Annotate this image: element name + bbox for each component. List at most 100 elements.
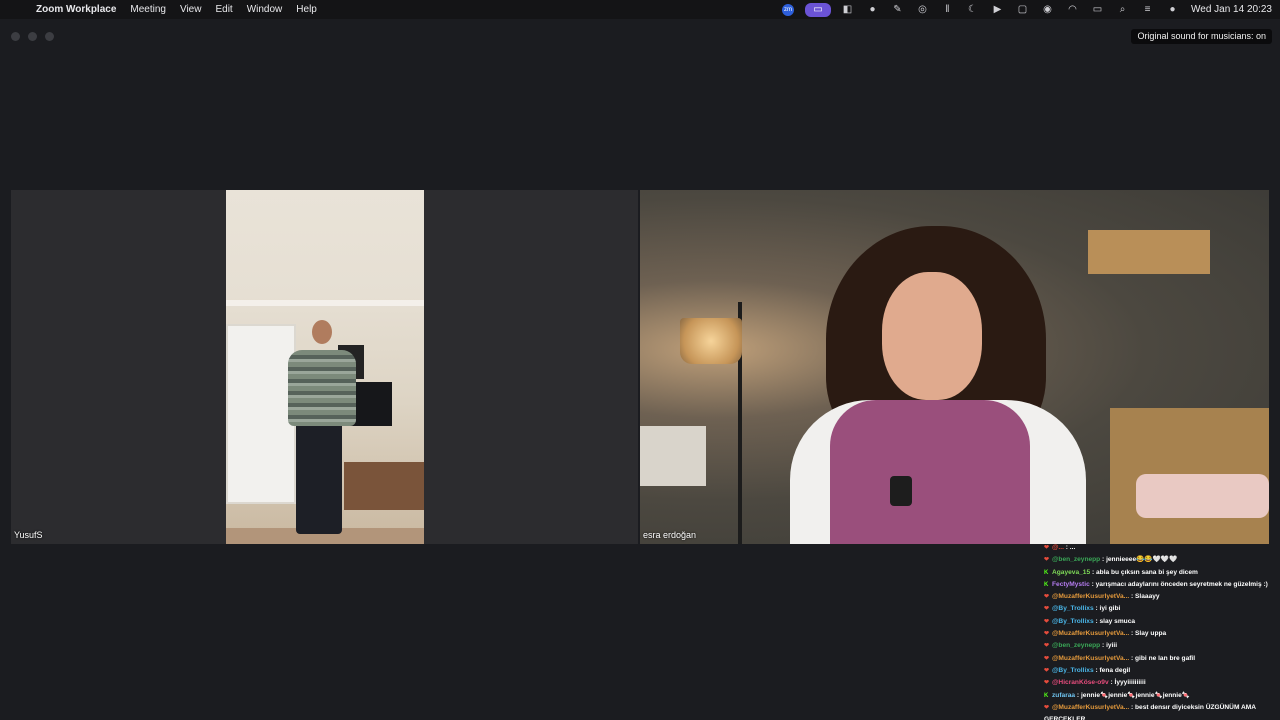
menu-window[interactable]: Window: [240, 4, 290, 15]
video-lapel-mic: [890, 476, 912, 506]
screen-share-icon[interactable]: ▭: [805, 2, 831, 17]
video-shelf: [1088, 230, 1210, 274]
chat-text: : Slay uppa: [1129, 630, 1167, 638]
original-sound-badge: Original sound for musicians: on: [1131, 29, 1272, 44]
chat-badge-icon: ❤: [1044, 655, 1050, 662]
participant-video-yusufs: [226, 190, 424, 544]
chat-badge-icon: ❤: [1044, 631, 1050, 638]
video-person-legs: [296, 422, 342, 534]
chat-username[interactable]: @...: [1052, 544, 1064, 551]
chat-message: ❤ @By_Trollixs : fena degil: [1044, 665, 1280, 677]
chat-text: : jennie🍬jennie🍬jennie🍬jennie🍬: [1075, 691, 1191, 699]
chat-badge-icon: K: [1044, 692, 1049, 699]
chat-message: ❤ @MuzafferKusurlyetVa... : Slay uppa: [1044, 628, 1280, 640]
user-circle-icon[interactable]: ◉: [1035, 4, 1060, 15]
chat-badge-icon: ❤: [1044, 606, 1050, 613]
chat-text: : İyyyiiiiiiiiii: [1108, 679, 1146, 687]
chat-username[interactable]: @HicranKöse-o9v: [1052, 679, 1109, 686]
window-controls: [11, 32, 54, 41]
participant-tile-yusufs[interactable]: YusufS: [11, 190, 638, 544]
chat-username[interactable]: FectyMystic: [1052, 581, 1090, 588]
video-person-head: [312, 320, 332, 344]
chat-username[interactable]: @MuzafferKusurlyetVa...: [1052, 655, 1129, 662]
close-window-button[interactable]: [11, 32, 20, 41]
chat-username[interactable]: @ben_zeynepp: [1052, 556, 1100, 563]
participant-tile-esra[interactable]: esra erdoğan: [640, 190, 1269, 544]
zoom-icon[interactable]: zm: [782, 3, 794, 16]
chat-text: : yarışmacı adaylarını önceden seyretmek…: [1089, 580, 1268, 588]
chat-username[interactable]: @By_Trollixs: [1052, 667, 1094, 674]
chat-text: : fena degil: [1093, 666, 1131, 674]
status-area: zm ▭ ◧ ● ✎ ◎ ǁ ☾ ▶ ▢ ◉ ◠ ▭ ⌕ ≡ ● Wed Jan…: [775, 0, 1272, 19]
chat-username[interactable]: @MuzafferKusurlyetVa...: [1052, 704, 1129, 711]
pen-icon[interactable]: ✎: [885, 4, 910, 15]
menu-edit[interactable]: Edit: [208, 4, 239, 15]
video-person-sweater: [288, 350, 356, 426]
chat-badge-icon: ❤: [1044, 704, 1050, 711]
cloud-icon[interactable]: ◎: [910, 4, 935, 15]
chat-message: K FectyMystic : yarışmacı adaylarını önce…: [1044, 579, 1280, 591]
zoom-window-button[interactable]: [45, 32, 54, 41]
chat-username[interactable]: Agayeva_15: [1052, 569, 1090, 576]
battery-app-icon[interactable]: ▢: [1010, 4, 1035, 15]
airpods-icon[interactable]: ǁ: [935, 4, 960, 15]
video-person-face: [882, 272, 982, 400]
chat-message: ❤ @ben_zeynepp : jennieeee😂😂🤍🤍🤍: [1044, 554, 1280, 566]
chat-badge-icon: ❤: [1044, 545, 1050, 551]
chat-message: ❤ @... : ...: [1044, 542, 1280, 554]
video-lamp: [680, 318, 742, 364]
bag-icon[interactable]: ◧: [835, 4, 860, 15]
chat-username[interactable]: @MuzafferKusurlyetVa...: [1052, 593, 1129, 600]
chat-badge-icon: ❤: [1044, 643, 1050, 650]
chat-text: : jennieeee😂😂🤍🤍🤍: [1100, 556, 1178, 564]
chat-badge-icon: ❤: [1044, 680, 1050, 687]
chat-message: K Agayeva_15 : abla bu çıksın sana bi şey…: [1044, 567, 1280, 579]
chat-badge-icon: K: [1044, 581, 1049, 588]
chat-badge-icon: ❤: [1044, 594, 1050, 601]
chat-text: : ...: [1063, 544, 1076, 551]
chat-username[interactable]: zufaraa: [1052, 692, 1075, 699]
menu-view[interactable]: View: [173, 4, 209, 15]
app-name-menu[interactable]: Zoom Workplace: [36, 4, 123, 15]
chat-username[interactable]: @By_Trollixs: [1052, 618, 1094, 625]
menu-meeting[interactable]: Meeting: [123, 4, 173, 15]
chat-text: : iyiii: [1100, 642, 1118, 650]
moon-icon[interactable]: ☾: [960, 4, 985, 15]
chat-text: : slay smuca: [1093, 617, 1136, 625]
chat-username[interactable]: @MuzafferKusurlyetVa...: [1052, 630, 1129, 637]
control-center-icon[interactable]: ≡: [1135, 4, 1160, 15]
chat-username[interactable]: @ben_zeynepp: [1052, 642, 1100, 649]
participant-video-esra: [640, 190, 1269, 544]
chat-text: : gibi ne lan bre gafil: [1129, 654, 1196, 662]
video-cabinet: [344, 462, 424, 510]
menu-help[interactable]: Help: [289, 4, 324, 15]
play-icon[interactable]: ▶: [985, 4, 1010, 15]
chat-message: ❤ @ben_zeynepp : iyiii: [1044, 640, 1280, 652]
menu-bar: Zoom Workplace Meeting View Edit Window …: [0, 0, 1280, 19]
chat-message: ❤ @By_Trollixs : slay smuca: [1044, 616, 1280, 628]
video-wall-trim: [226, 300, 424, 306]
video-desk: [640, 426, 706, 486]
chat-badge-icon: ❤: [1044, 667, 1050, 674]
minimize-window-button[interactable]: [28, 32, 37, 41]
chat-message: ❤ @HicranKöse-o9v : İyyyiiiiiiiiii: [1044, 677, 1280, 689]
chat-text: : abla bu çıksın sana bi şey dicem: [1090, 568, 1198, 576]
video-pillow: [1136, 474, 1269, 518]
users-icon[interactable]: ●: [860, 4, 885, 15]
chat-text: : iyi gibi: [1093, 605, 1121, 613]
video-door: [226, 324, 296, 504]
chat-username[interactable]: @By_Trollixs: [1052, 605, 1094, 612]
siri-icon[interactable]: ●: [1160, 4, 1185, 15]
battery-icon[interactable]: ▭: [1085, 4, 1110, 15]
chat-badge-icon: ❤: [1044, 557, 1050, 564]
chat-message: ❤ @MuzafferKusurlyetVa... : best densır d…: [1044, 702, 1280, 720]
video-person-vest: [830, 400, 1030, 544]
menubar-clock[interactable]: Wed Jan 14 20:23: [1191, 4, 1272, 15]
chat-badge-icon: ❤: [1044, 618, 1050, 625]
participant-name-label: YusufS: [14, 530, 43, 540]
chat-message: ❤ @By_Trollixs : iyi gibi: [1044, 603, 1280, 615]
search-icon[interactable]: ⌕: [1110, 4, 1135, 15]
chat-message: ❤ @MuzafferKusurlyetVa... : gibi ne lan b…: [1044, 653, 1280, 665]
chat-message: Kzufaraa : jennie🍬jennie🍬jennie🍬jennie🍬: [1044, 690, 1280, 702]
wifi-icon[interactable]: ◠: [1060, 4, 1085, 15]
